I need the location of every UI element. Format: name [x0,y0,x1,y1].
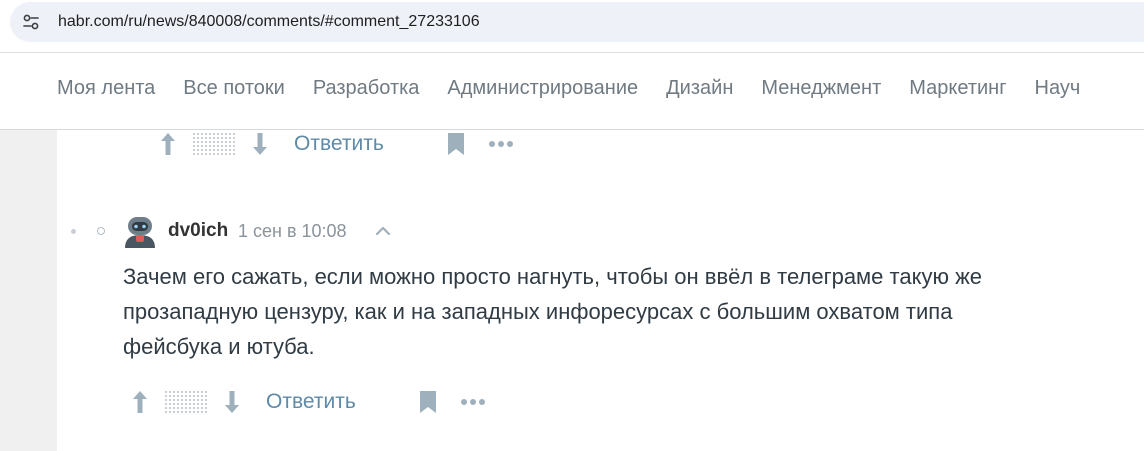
avatar[interactable] [122,214,158,250]
prev-comment-actions: Ответить [158,129,514,159]
vote-score-placeholder [164,390,208,414]
arrow-down-icon[interactable] [222,389,242,415]
nav-item-design[interactable]: Дизайн [666,77,733,100]
reply-button[interactable]: Ответить [294,132,384,156]
nav-list: Моя лента Все потоки Разработка Админист… [57,77,1080,100]
more-icon[interactable] [460,398,486,406]
browser-toolbar: habr.com/ru/news/840008/comments/#commen… [0,0,1144,53]
url-text[interactable]: habr.com/ru/news/840008/comments/#commen… [58,13,480,31]
arrow-down-icon[interactable] [250,131,270,157]
more-icon[interactable] [488,140,514,148]
comments-section: Ответить dv0ich 1 сен в 10:08 Зачем его … [57,130,1144,451]
nav-item-management[interactable]: Менеджмент [761,77,881,100]
address-bar[interactable]: habr.com/ru/news/840008/comments/#commen… [10,2,1144,42]
bookmark-icon[interactable] [446,132,466,156]
chevron-up-icon[interactable] [375,226,391,236]
arrow-up-icon[interactable] [130,389,150,415]
tune-icon[interactable] [22,13,40,31]
flows-navbar: Моя лента Все потоки Разработка Админист… [0,53,1144,130]
comment-body: Зачем его сажать, если можно просто нагн… [123,264,983,359]
arrow-up-icon[interactable] [158,131,178,157]
nav-item-science[interactable]: Науч [1035,77,1081,100]
nav-item-all-flows[interactable]: Все потоки [183,77,285,100]
comment-actions: Ответить [130,387,486,417]
reply-button[interactable]: Ответить [266,390,356,414]
comment-timestamp[interactable]: 1 сен в 10:08 [238,221,347,242]
nav-item-my-feed[interactable]: Моя лента [57,77,155,100]
thread-level-circle[interactable] [97,227,105,235]
comment-author[interactable]: dv0ich [168,220,228,242]
nav-item-administration[interactable]: Администрирование [447,77,638,100]
vote-score-placeholder [192,132,236,156]
bookmark-icon[interactable] [418,390,438,414]
nav-item-marketing[interactable]: Маркетинг [909,77,1006,100]
thread-level-dot [71,229,76,234]
nav-item-development[interactable]: Разработка [313,77,420,100]
